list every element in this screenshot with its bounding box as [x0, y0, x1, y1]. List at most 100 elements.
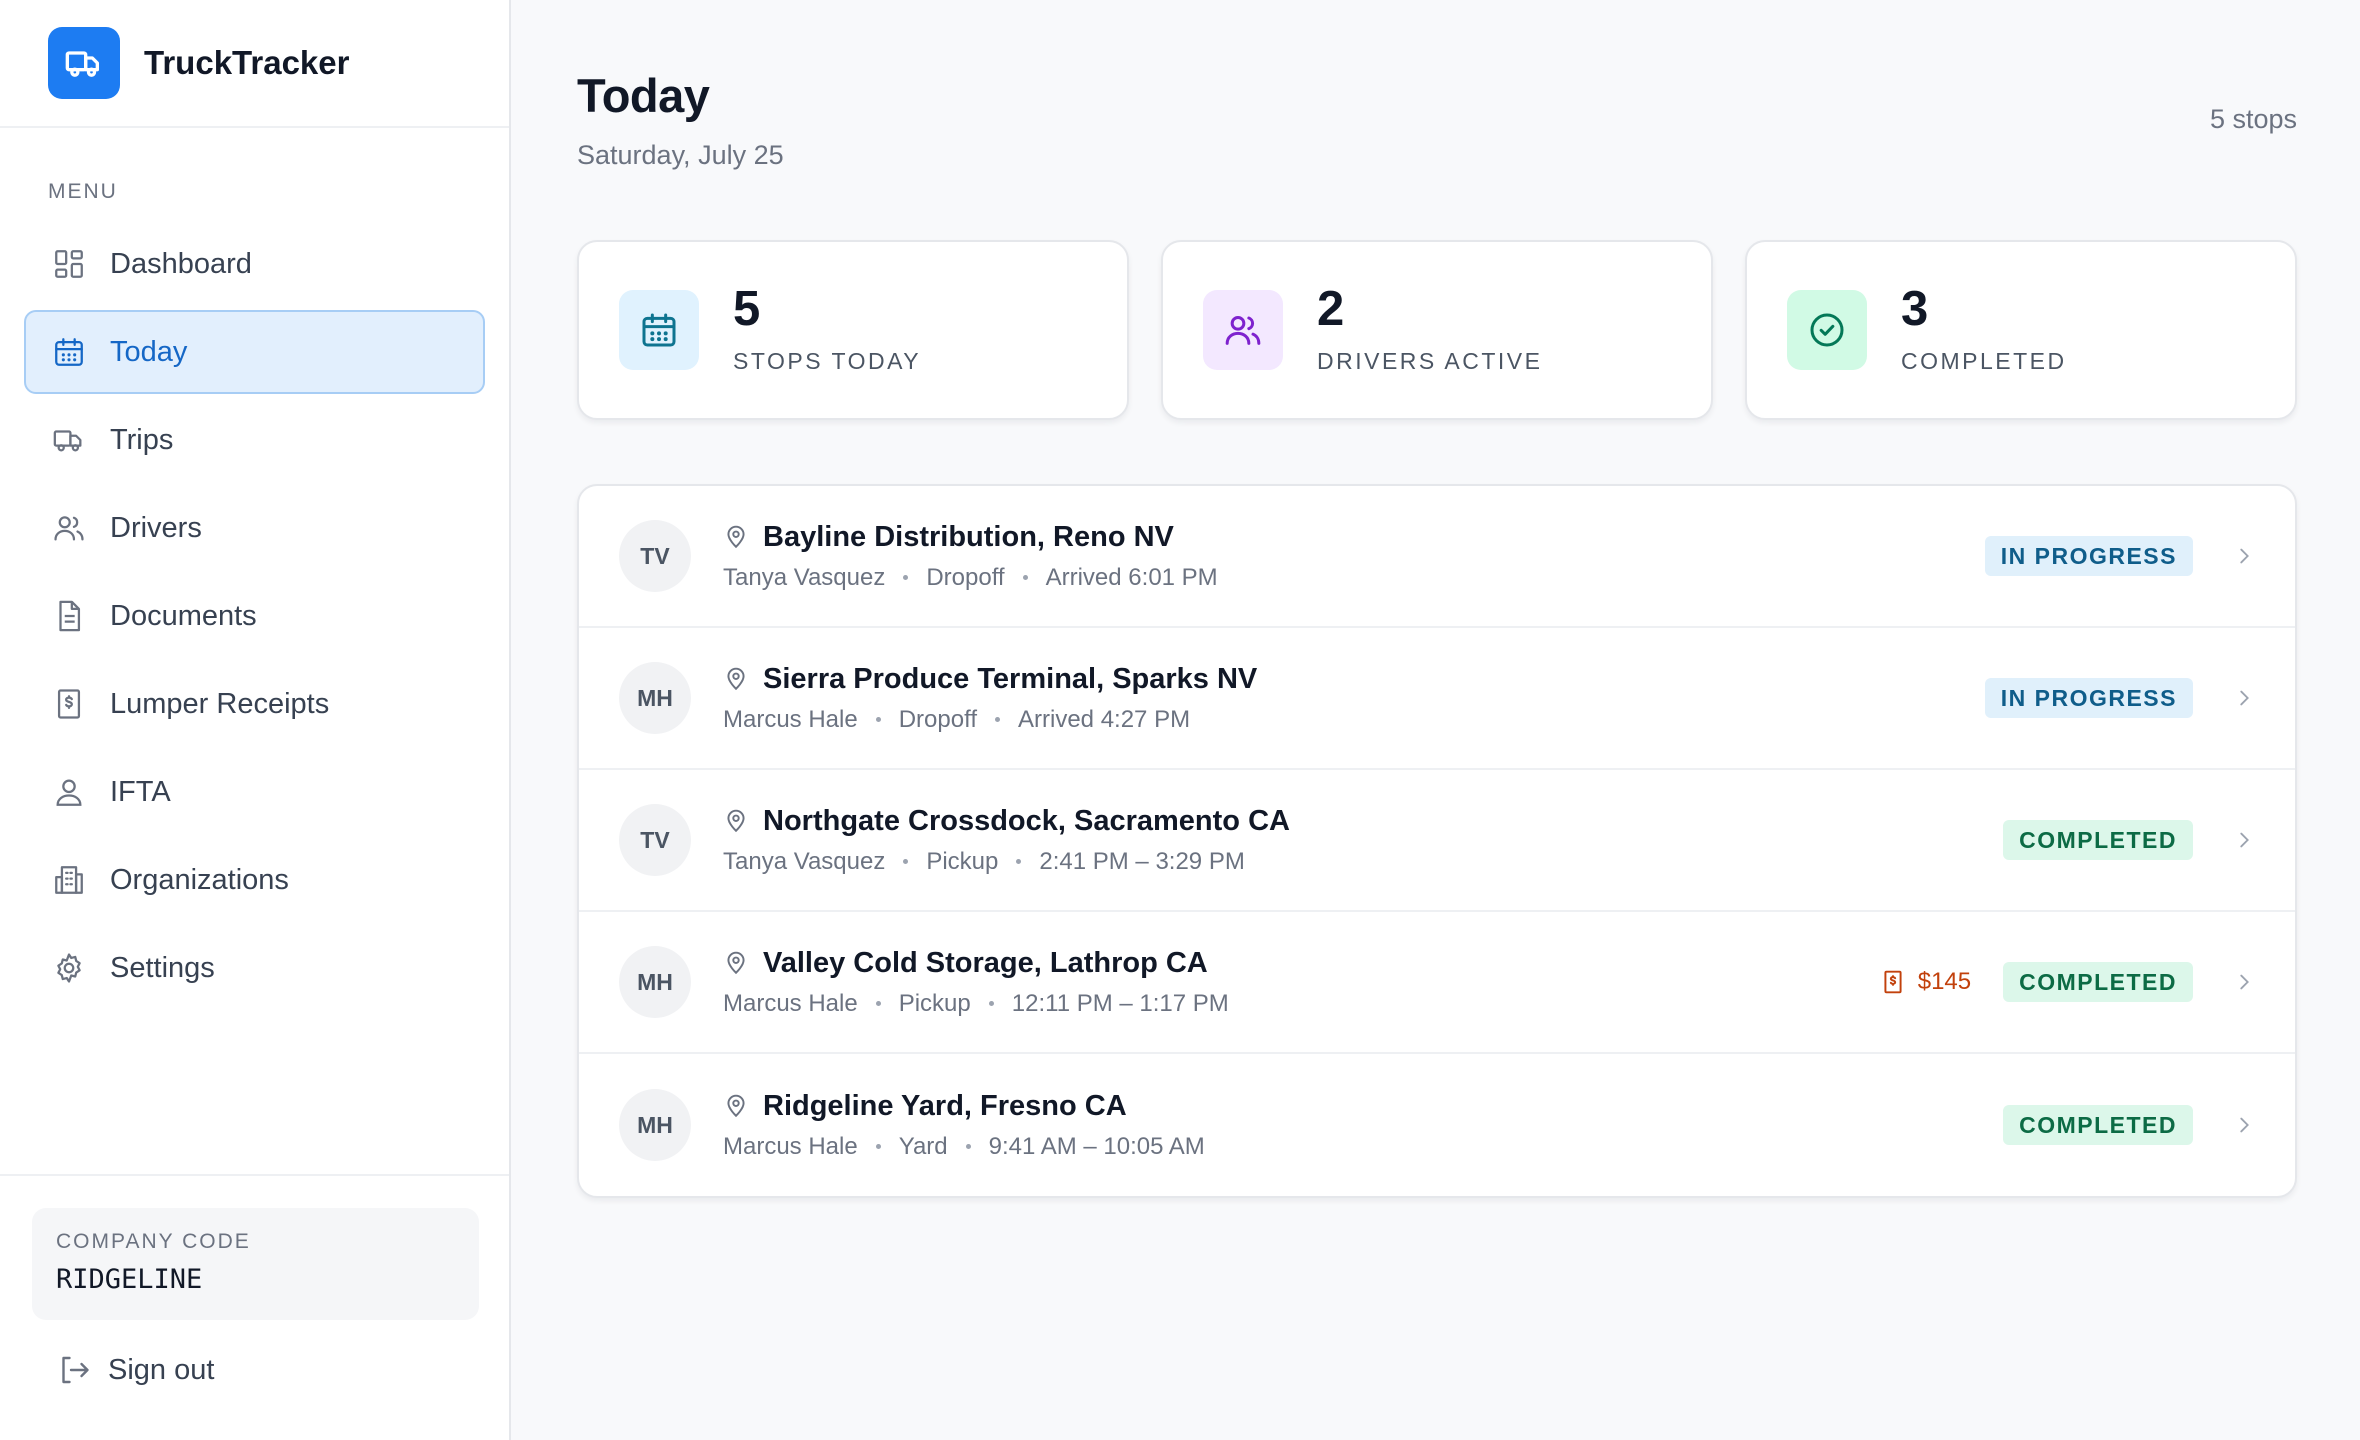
- chevron-right-icon: [2240, 690, 2249, 706]
- menu-heading: MENU: [48, 180, 118, 203]
- stop-driver: Marcus Hale: [723, 989, 858, 1017]
- list-item[interactable]: MH Valley Cold Storage, Lathrop CA Marcu…: [579, 912, 2295, 1054]
- sidebar-item-today[interactable]: Today: [24, 310, 485, 394]
- stop-driver: Marcus Hale: [723, 1132, 858, 1160]
- map-pin-icon: [727, 1094, 745, 1118]
- receipt-icon: [1884, 970, 1902, 994]
- sign-out-label: Sign out: [108, 1353, 215, 1386]
- page-title: Today: [577, 69, 710, 122]
- avatar: MH: [619, 946, 691, 1018]
- sidebar-item-lumper-receipts[interactable]: Lumper Receipts: [24, 662, 485, 746]
- status-badge: IN PROGRESS: [1984, 678, 2193, 718]
- list-item[interactable]: TV Northgate Crossdock, Sacramento CA Ta…: [579, 770, 2295, 912]
- stop-location: Northgate Crossdock, Sacramento CA: [763, 804, 1290, 837]
- sidebar-item-label: Today: [110, 335, 188, 368]
- sign-out-icon: [62, 1356, 89, 1384]
- sidebar: TruckTracker MENU Dashboard Today Trips …: [0, 0, 511, 1440]
- sidebar-footer: COMPANY CODE RIDGELINE Sign out: [0, 1174, 509, 1440]
- list-item[interactable]: MH Ridgeline Yard, Fresno CA Marcus Hale…: [579, 1054, 2295, 1196]
- sidebar-item-ifta[interactable]: IFTA: [24, 750, 485, 834]
- stat-value: 3: [1901, 282, 1929, 336]
- stop-count: 5 stops: [2209, 104, 2297, 134]
- sidebar-item-label: IFTA: [110, 775, 171, 808]
- status-badge: COMPLETED: [2003, 1105, 2193, 1145]
- receipt-icon: [57, 689, 81, 719]
- avatar: MH: [619, 1089, 691, 1161]
- company-code-box: COMPANY CODE RIDGELINE: [32, 1208, 479, 1320]
- map-pin-user-icon: [56, 779, 82, 806]
- app-name: TruckTracker: [144, 44, 350, 81]
- sidebar-item-label: Settings: [110, 951, 215, 984]
- stop-location: Valley Cold Storage, Lathrop CA: [763, 946, 1208, 979]
- calendar-icon: [55, 338, 83, 366]
- status-badge: COMPLETED: [2003, 962, 2193, 1002]
- list-item[interactable]: TV Bayline Distribution, Reno NV Tanya V…: [579, 486, 2295, 628]
- calendar-icon: [619, 290, 699, 370]
- stat-card-completed: 3 COMPLETED: [1745, 240, 2297, 420]
- lumper-receipt-amount: $145: [1880, 968, 1971, 996]
- company-code-label: COMPANY CODE: [56, 1230, 251, 1253]
- sidebar-item-dashboard[interactable]: Dashboard: [24, 222, 485, 306]
- building-icon: [55, 866, 83, 894]
- truck-icon: [53, 430, 82, 452]
- stop-type: Dropoff: [898, 705, 977, 733]
- sidebar-item-documents[interactable]: Documents: [24, 574, 485, 658]
- stop-location: Bayline Distribution, Reno NV: [763, 520, 1174, 553]
- sidebar-item-trips[interactable]: Trips: [24, 398, 485, 482]
- sidebar-item-label: Drivers: [110, 511, 202, 544]
- brand[interactable]: TruckTracker: [0, 0, 509, 128]
- avatar: TV: [619, 520, 691, 592]
- stat-label: DRIVERS ACTIVE: [1317, 348, 1543, 374]
- sidebar-item-drivers[interactable]: Drivers: [24, 486, 485, 570]
- status-badge: COMPLETED: [2003, 820, 2193, 860]
- page-date: Saturday, July 25: [577, 140, 784, 170]
- sign-out-button[interactable]: Sign out: [56, 1352, 214, 1388]
- stop-location: Sierra Produce Terminal, Sparks NV: [763, 662, 1258, 695]
- stop-time: Arrived 4:27 PM: [1018, 705, 1191, 733]
- users-icon: [54, 516, 84, 541]
- list-item[interactable]: MH Sierra Produce Terminal, Sparks NV Ma…: [579, 628, 2295, 770]
- receipt-amount: $145: [1917, 968, 1972, 995]
- stat-label: STOPS TODAY: [733, 348, 922, 374]
- document-icon: [59, 600, 81, 632]
- map-pin-icon: [727, 667, 745, 691]
- sidebar-item-label: Lumper Receipts: [110, 687, 330, 720]
- check-circle-icon: [1787, 290, 1867, 370]
- stat-card-stops-today: 5 STOPS TODAY: [577, 240, 1129, 420]
- status-badge: IN PROGRESS: [1984, 536, 2193, 576]
- stop-driver: Tanya Vasquez: [723, 847, 886, 875]
- sidebar-item-label: Organizations: [110, 863, 289, 896]
- truck-logo-icon: [48, 27, 120, 99]
- stop-driver: Tanya Vasquez: [723, 563, 886, 591]
- map-pin-icon: [727, 525, 745, 549]
- company-code-value: RIDGELINE: [56, 1264, 203, 1295]
- stats-row: 5 STOPS TODAY 2 DRIVERS ACTIVE 3 COMPLET…: [577, 240, 2297, 420]
- map-pin-icon: [727, 809, 745, 833]
- stop-type: Yard: [898, 1132, 948, 1160]
- stop-type: Dropoff: [926, 563, 1005, 591]
- stop-time: 9:41 AM – 10:05 AM: [988, 1132, 1205, 1160]
- stop-time: 12:11 PM – 1:17 PM: [1011, 989, 1229, 1017]
- sidebar-item-label: Trips: [110, 423, 174, 456]
- stops-list: TV Bayline Distribution, Reno NV Tanya V…: [577, 484, 2297, 1198]
- stop-location: Ridgeline Yard, Fresno CA: [763, 1089, 1127, 1122]
- sidebar-item-settings[interactable]: Settings: [24, 926, 485, 1010]
- stop-type: Pickup: [926, 847, 999, 875]
- stop-type: Pickup: [898, 989, 971, 1017]
- users-icon: [1203, 290, 1283, 370]
- stat-label: COMPLETED: [1901, 348, 2067, 374]
- stop-time: Arrived 6:01 PM: [1045, 563, 1218, 591]
- gear-icon: [57, 953, 81, 983]
- chevron-right-icon: [2240, 548, 2249, 564]
- sidebar-item-label: Documents: [110, 599, 257, 632]
- chevron-right-icon: [2240, 1117, 2249, 1133]
- dashboard-icon: [55, 250, 83, 278]
- chevron-right-icon: [2240, 974, 2249, 990]
- stat-value: 2: [1317, 282, 1345, 336]
- stop-time: 2:41 PM – 3:29 PM: [1039, 847, 1245, 875]
- stop-driver: Marcus Hale: [723, 705, 858, 733]
- avatar: TV: [619, 804, 691, 876]
- sidebar-item-label: Dashboard: [110, 247, 252, 280]
- sidebar-item-organizations[interactable]: Organizations: [24, 838, 485, 922]
- stat-value: 5: [733, 282, 761, 336]
